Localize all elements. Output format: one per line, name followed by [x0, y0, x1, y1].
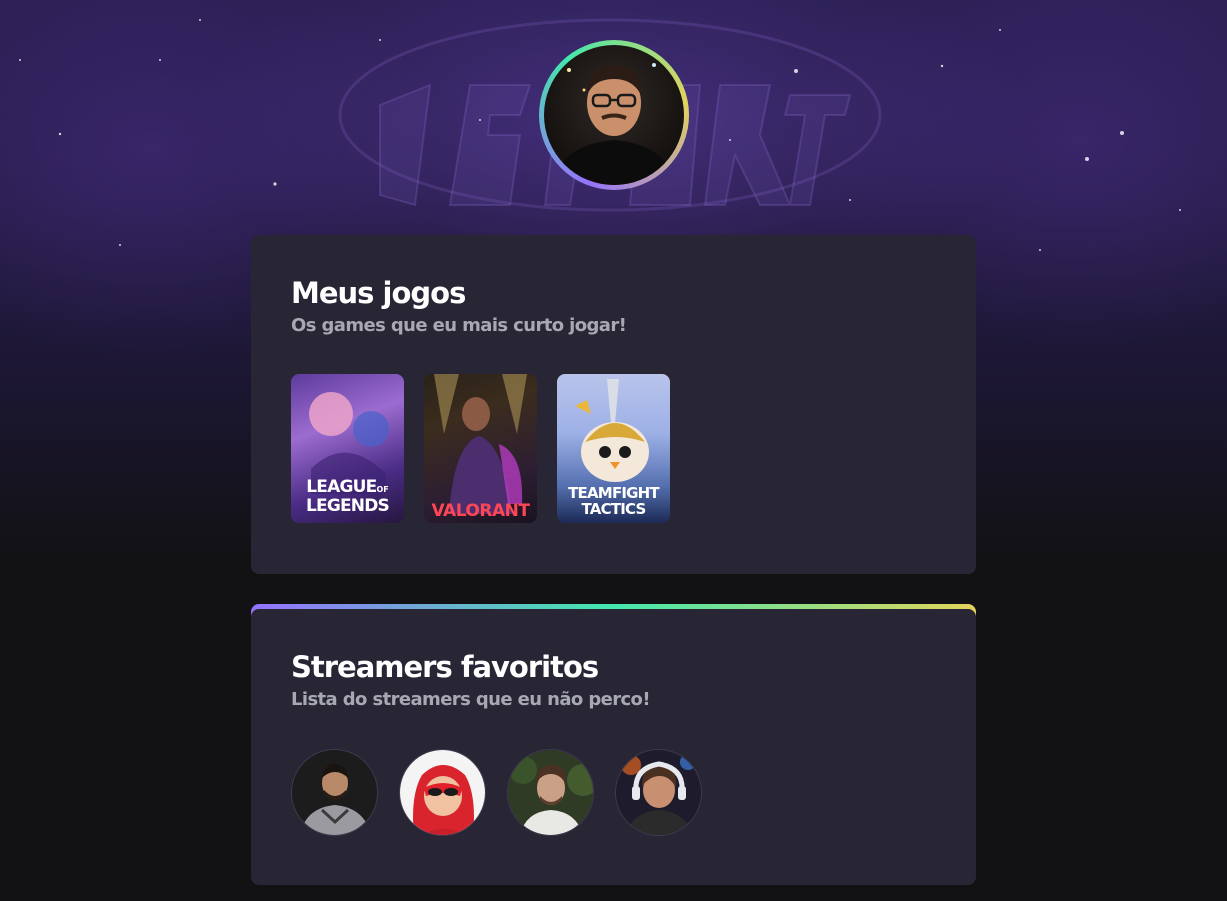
- games-list: LEAGUEOF LEGENDS VALORANT TEAMFIGHT TACT…: [291, 374, 936, 523]
- streamer-avatar-4[interactable]: [615, 749, 702, 836]
- streamer-1-photo: [292, 750, 377, 835]
- streamer-avatar-2[interactable]: [399, 749, 486, 836]
- valorant-logo: VALORANT: [431, 501, 530, 521]
- game-valorant[interactable]: VALORANT: [424, 374, 537, 523]
- streamers-list: [291, 749, 936, 836]
- person-illustration: [554, 63, 674, 185]
- games-subtitle: Os games que eu mais curto jogar!: [291, 315, 627, 336]
- league-of-legends-logo: LEAGUEOF LEGENDS: [306, 477, 390, 516]
- game-league-of-legends[interactable]: LEAGUEOF LEGENDS: [291, 374, 404, 523]
- games-card: Meus jogos Os games que eu mais curto jo…: [251, 230, 976, 574]
- profile-avatar: [539, 40, 689, 190]
- streamers-title: Streamers favoritos: [291, 650, 599, 684]
- streamers-card: Streamers favoritos Lista do streamers q…: [251, 604, 976, 885]
- games-title: Meus jogos: [291, 276, 466, 310]
- streamer-avatar-3[interactable]: [507, 749, 594, 836]
- streamer-2-photo: [400, 750, 485, 835]
- streamer-3-photo: [508, 750, 593, 835]
- streamer-4-photo: [616, 750, 701, 835]
- profile-photo: [544, 45, 684, 185]
- game-teamfight-tactics[interactable]: TEAMFIGHT TACTICS: [557, 374, 670, 523]
- streamer-avatar-1[interactable]: [291, 749, 378, 836]
- streamers-subtitle: Lista do streamers que eu não perco!: [291, 689, 651, 710]
- teamfight-tactics-logo: TEAMFIGHT TACTICS: [568, 484, 660, 518]
